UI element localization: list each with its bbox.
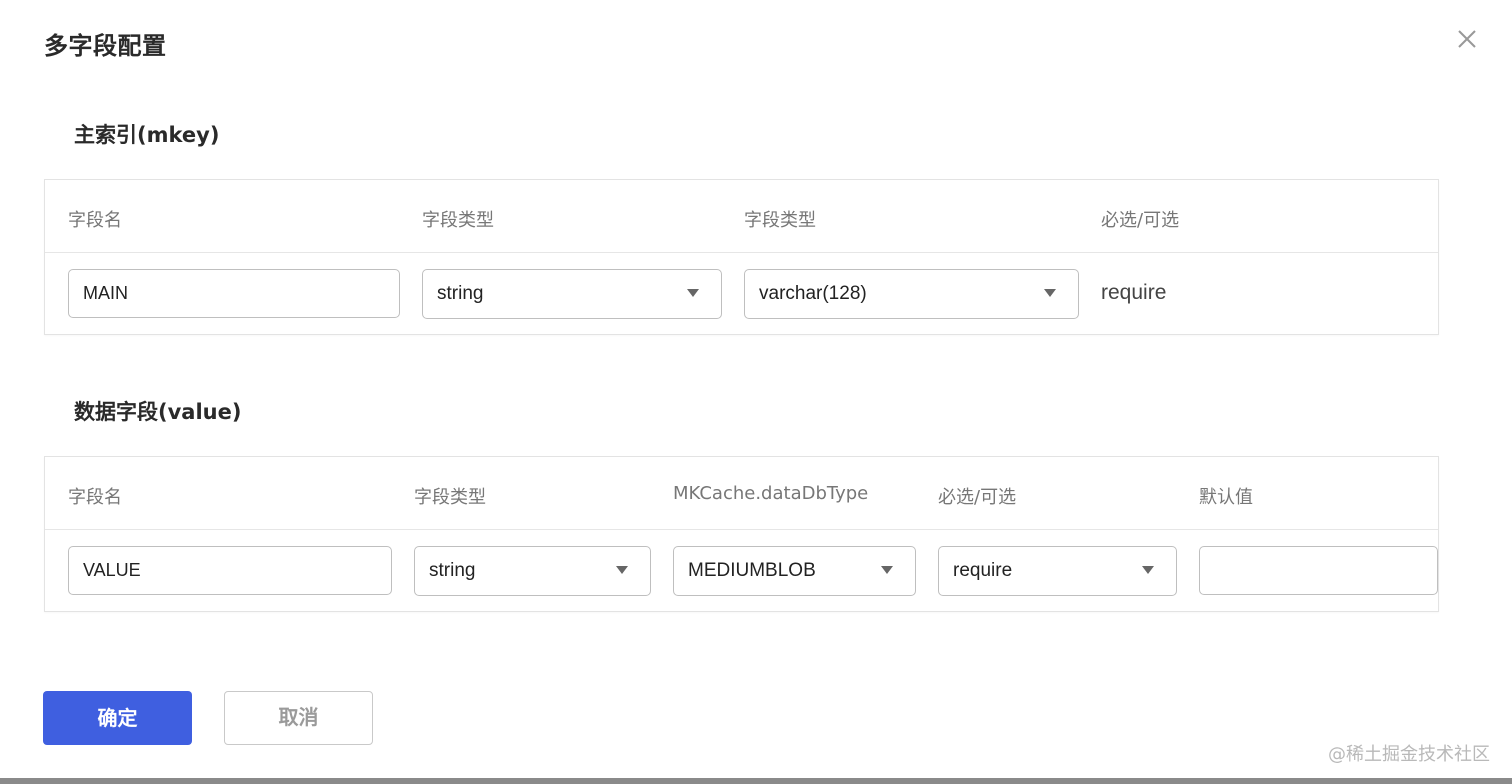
- required-select[interactable]: require: [938, 546, 1177, 596]
- table-header: 字段名 字段类型 MKCache.dataDbType 必选/可选 默认值: [45, 457, 1438, 530]
- cancel-button[interactable]: 取消: [224, 691, 373, 745]
- close-button[interactable]: [1452, 24, 1482, 54]
- primary-index-title: 主索引(mkey): [74, 123, 220, 147]
- select-value: string: [437, 283, 484, 304]
- column-header-field-name: 字段名: [68, 487, 122, 508]
- data-fields-table: 字段名 字段类型 MKCache.dataDbType 必选/可选 默认值 VA…: [44, 456, 1439, 612]
- column-header-field-type: 字段类型: [422, 210, 494, 231]
- column-header-field-type: 字段类型: [414, 487, 486, 508]
- caret-down-icon: [616, 566, 628, 574]
- column-header-db-type: MKCache.dataDbType: [673, 483, 869, 504]
- caret-down-icon: [687, 289, 699, 297]
- select-value: string: [429, 560, 476, 581]
- column-header-required: 必选/可选: [1101, 210, 1180, 231]
- field-name-input[interactable]: VALUE: [68, 546, 392, 595]
- column-header-default-value: 默认值: [1199, 487, 1253, 508]
- watermark: @稀土掘金技术社区: [1328, 744, 1490, 765]
- default-value-input[interactable]: [1199, 546, 1438, 595]
- confirm-button[interactable]: 确定: [43, 691, 192, 745]
- data-fields-title: 数据字段(value): [74, 400, 242, 424]
- column-header-db-type: 字段类型: [744, 210, 816, 231]
- multi-field-config-dialog: 多字段配置 主索引(mkey) 字段名 字段类型 字段类型 必选/可选 MAIN…: [0, 0, 1512, 778]
- db-type-select[interactable]: MEDIUMBLOB: [673, 546, 916, 596]
- table-header: 字段名 字段类型 字段类型 必选/可选: [45, 180, 1438, 253]
- window-bottom-edge: [0, 778, 1512, 784]
- db-type-select[interactable]: varchar(128): [744, 269, 1079, 319]
- dialog-title: 多字段配置: [44, 32, 167, 60]
- field-name-input[interactable]: MAIN: [68, 269, 400, 318]
- select-value: varchar(128): [759, 283, 867, 304]
- field-type-select[interactable]: string: [422, 269, 722, 319]
- field-type-select[interactable]: string: [414, 546, 651, 596]
- select-value: MEDIUMBLOB: [688, 560, 816, 581]
- required-value: require: [1101, 281, 1167, 304]
- primary-index-table: 字段名 字段类型 字段类型 必选/可选 MAIN string varchar(…: [44, 179, 1439, 335]
- column-header-required: 必选/可选: [938, 487, 1017, 508]
- caret-down-icon: [1142, 566, 1154, 574]
- close-icon: [1458, 30, 1476, 48]
- column-header-field-name: 字段名: [68, 210, 122, 231]
- caret-down-icon: [1044, 289, 1056, 297]
- caret-down-icon: [881, 566, 893, 574]
- select-value: require: [953, 560, 1013, 581]
